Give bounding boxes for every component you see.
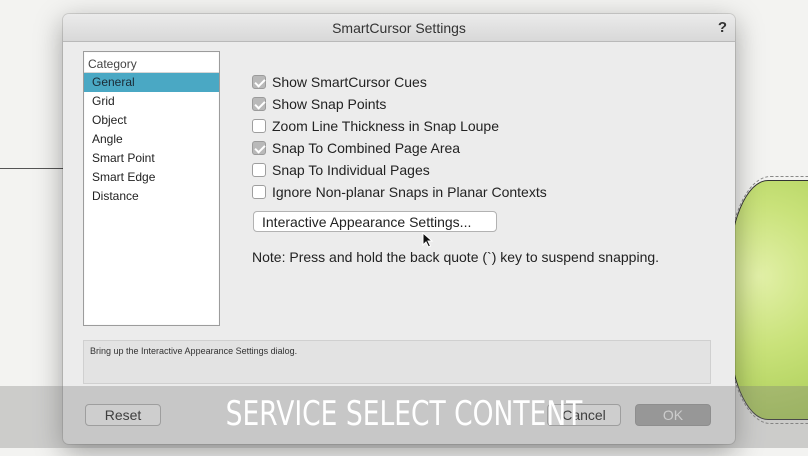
option-zoom-line-thickness[interactable]: Zoom Line Thickness in Snap Loupe — [252, 115, 547, 137]
option-ignore-non-planar-snaps[interactable]: Ignore Non-planar Snaps in Planar Contex… — [252, 181, 547, 203]
option-label: Show Snap Points — [272, 96, 387, 112]
category-item-smart-point[interactable]: Smart Point — [84, 149, 219, 168]
checkbox[interactable] — [252, 119, 266, 133]
interactive-appearance-settings-button[interactable]: Interactive Appearance Settings... — [253, 211, 497, 232]
checkbox[interactable] — [252, 163, 266, 177]
category-list-panel: Category General Grid Object Angle Smart… — [83, 51, 220, 326]
option-snap-individual-pages[interactable]: Snap To Individual Pages — [252, 159, 547, 181]
option-snap-combined-page-area[interactable]: Snap To Combined Page Area — [252, 137, 547, 159]
category-item-grid[interactable]: Grid — [84, 92, 219, 111]
option-label: Snap To Individual Pages — [272, 162, 430, 178]
checkbox[interactable] — [252, 185, 266, 199]
checkbox[interactable] — [252, 141, 266, 155]
option-show-snap-points[interactable]: Show Snap Points — [252, 93, 547, 115]
category-item-angle[interactable]: Angle — [84, 130, 219, 149]
checkbox[interactable] — [252, 75, 266, 89]
category-item-smart-edge[interactable]: Smart Edge — [84, 168, 219, 187]
watermark-text: SERVICE SELECT CONTENT — [225, 394, 583, 434]
option-label: Ignore Non-planar Snaps in Planar Contex… — [272, 184, 547, 200]
snapping-note: Note: Press and hold the back quote (`) … — [252, 249, 660, 265]
option-label: Snap To Combined Page Area — [272, 140, 461, 156]
checkbox[interactable] — [252, 97, 266, 111]
category-list: General Grid Object Angle Smart Point Sm… — [84, 73, 219, 206]
smartcursor-settings-dialog: SmartCursor Settings ? Category General … — [63, 14, 735, 444]
help-text-area: Bring up the Interactive Appearance Sett… — [83, 340, 711, 384]
general-options: Show SmartCursor Cues Show Snap Points Z… — [252, 71, 547, 203]
category-item-general[interactable]: General — [84, 73, 219, 92]
option-label: Zoom Line Thickness in Snap Loupe — [272, 118, 499, 134]
category-item-object[interactable]: Object — [84, 111, 219, 130]
background-line — [0, 168, 70, 169]
title-bar[interactable]: SmartCursor Settings ? — [63, 14, 735, 42]
mouse-pointer-icon — [422, 232, 434, 248]
category-item-distance[interactable]: Distance — [84, 187, 219, 206]
option-show-smartcursor-cues[interactable]: Show SmartCursor Cues — [252, 71, 547, 93]
help-icon[interactable]: ? — [718, 19, 727, 36]
dialog-title: SmartCursor Settings — [332, 20, 466, 36]
category-header: Category — [84, 52, 219, 73]
option-label: Show SmartCursor Cues — [272, 74, 427, 90]
